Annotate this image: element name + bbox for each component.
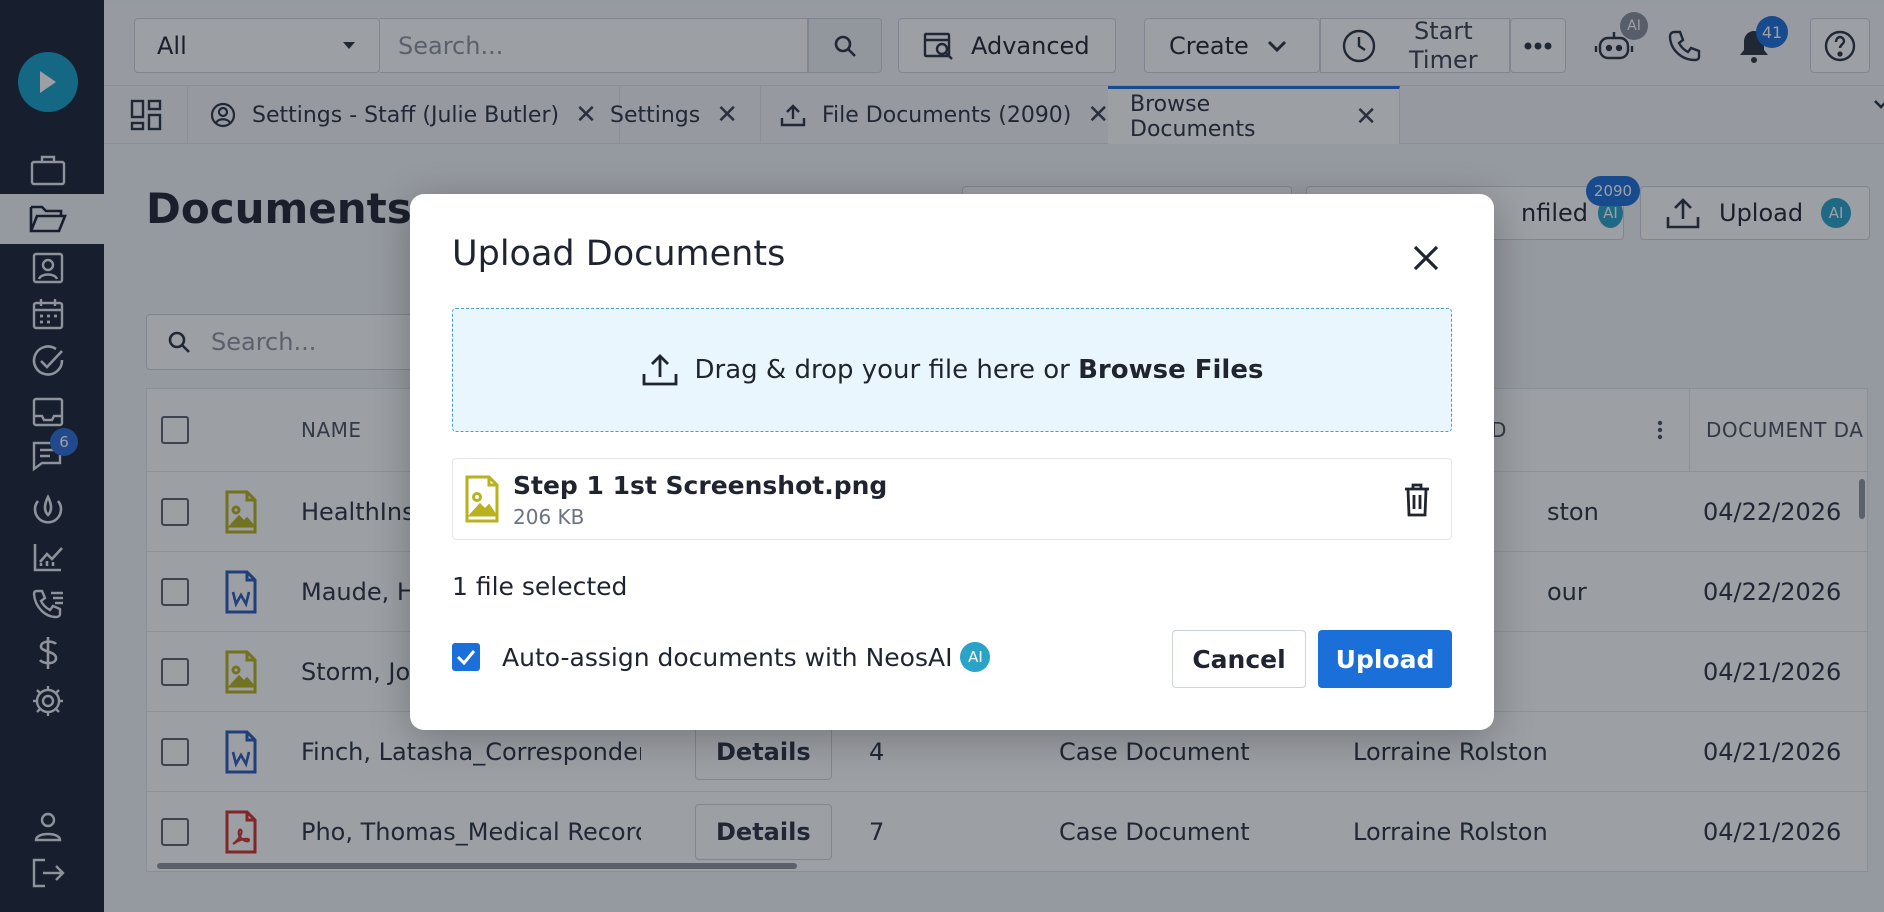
file-dropzone[interactable]: Drag & drop your file here or Browse Fil… (452, 308, 1452, 432)
upload-icon (641, 353, 679, 387)
trash-icon (1403, 483, 1431, 517)
dropzone-text: Drag & drop your file here or Browse Fil… (695, 355, 1264, 385)
upload-button[interactable]: Upload (1318, 630, 1452, 688)
auto-assign-checkbox[interactable] (452, 643, 480, 671)
file-name: Step 1 1st Screenshot.png (513, 471, 888, 500)
auto-assign-label[interactable]: Auto-assign documents with NeosAI (502, 643, 952, 672)
upload-documents-dialog: Upload Documents Drag & drop your file h… (410, 194, 1494, 730)
image-file-icon (465, 475, 499, 523)
cancel-button[interactable]: Cancel (1172, 630, 1306, 688)
file-size: 206 KB (513, 505, 585, 529)
selected-file-item: Step 1 1st Screenshot.png 206 KB (452, 458, 1452, 540)
close-icon (1412, 244, 1440, 272)
dropzone-instruction: Drag & drop your file here or (694, 355, 1079, 385)
selected-file-count: 1 file selected (452, 572, 628, 601)
dialog-title: Upload Documents (452, 234, 786, 274)
auto-assign-option: Auto-assign documents with NeosAI AI (452, 642, 991, 672)
browse-files-link[interactable]: Browse Files (1078, 355, 1263, 385)
ai-chip: AI (960, 642, 991, 672)
close-dialog-button[interactable] (1404, 236, 1448, 280)
remove-file-button[interactable] (1397, 479, 1437, 521)
